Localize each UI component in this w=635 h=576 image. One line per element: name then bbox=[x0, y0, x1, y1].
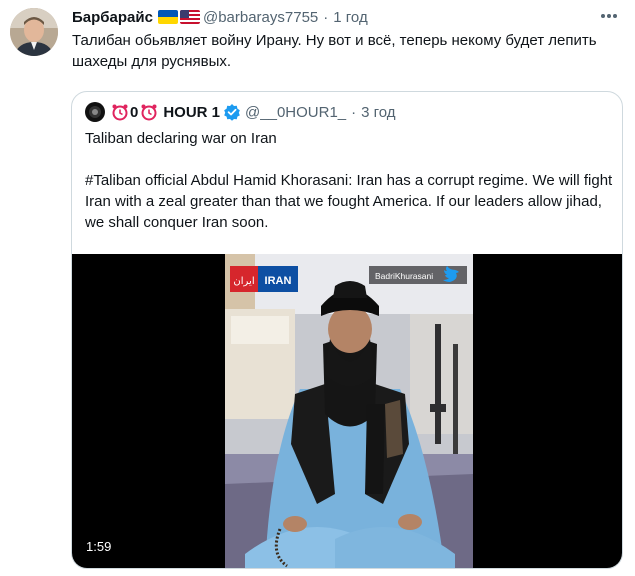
quote-text: Taliban declaring war on Iran #Taliban o… bbox=[85, 128, 615, 233]
quote-handle[interactable]: @__0HOUR1_ bbox=[245, 104, 346, 121]
timestamp[interactable]: 1 год bbox=[333, 9, 367, 26]
video-watermark: BadriKhurasani bbox=[375, 271, 433, 281]
tweet-header: Барбарайс @barbarays7755 · 1 год bbox=[72, 7, 595, 27]
alarm-clock-icon bbox=[140, 103, 158, 121]
quote-timestamp[interactable]: 3 год bbox=[361, 104, 395, 121]
flags bbox=[157, 10, 200, 24]
quote-name-prefix: 0 bbox=[130, 103, 139, 121]
separator-dot: · bbox=[351, 103, 357, 121]
ukraine-flag-icon bbox=[157, 10, 178, 24]
handle[interactable]: @barbarays7755 bbox=[203, 9, 318, 26]
quote-display-name[interactable]: 0 HOUR 1 bbox=[111, 103, 220, 121]
quote-header: 0 HOUR 1 @__0HOUR1_ · 3 год bbox=[85, 101, 609, 123]
quote-avatar[interactable] bbox=[85, 102, 105, 122]
usa-flag-icon bbox=[179, 10, 200, 24]
avatar[interactable] bbox=[10, 8, 58, 56]
iran-logo-text: IRAN bbox=[265, 275, 292, 287]
video-frame: ایران IRAN BadriKhurasani bbox=[225, 254, 473, 568]
quote-text-line-1: Taliban declaring war on Iran bbox=[85, 130, 277, 147]
separator-dot: · bbox=[323, 8, 329, 26]
more-options-icon[interactable] bbox=[597, 6, 621, 26]
tweet-text: Талибан обьявляет войну Ирану. Ну вот и … bbox=[72, 32, 597, 70]
video-duration: 1:59 bbox=[86, 539, 112, 554]
tweet[interactable]: Барбарайс @barbarays7755 · 1 год Талибан… bbox=[0, 0, 635, 576]
quote-name-text: HOUR 1 bbox=[163, 103, 221, 121]
verified-badge-icon bbox=[223, 103, 241, 121]
display-name[interactable]: Барбарайс bbox=[72, 9, 153, 26]
quote-text-line-2: #Taliban official Abdul Hamid Khorasani:… bbox=[85, 172, 613, 231]
alarm-clock-icon bbox=[111, 103, 129, 121]
video-player[interactable]: ایران IRAN BadriKhurasani 1:59 bbox=[72, 254, 622, 568]
quoted-tweet[interactable]: 0 HOUR 1 @__0HOUR1_ · 3 год Taliban decl… bbox=[71, 91, 623, 569]
iran-logo-script: ایران bbox=[233, 276, 254, 287]
